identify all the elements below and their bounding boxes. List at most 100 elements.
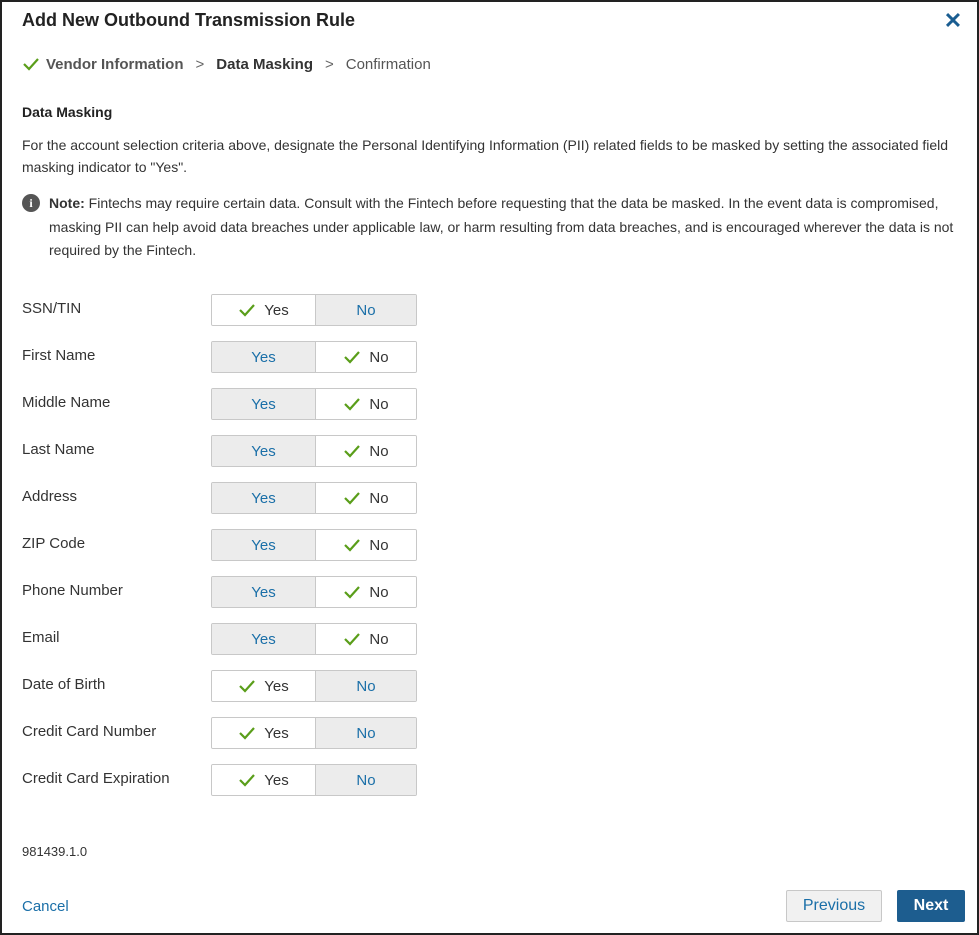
field-label: First Name bbox=[22, 347, 96, 364]
masking-row: Email Yes No bbox=[22, 623, 422, 655]
yes-no-toggle: Yes No bbox=[211, 717, 417, 749]
masking-row: Phone Number Yes No bbox=[22, 576, 422, 608]
cancel-button[interactable]: Cancel bbox=[22, 898, 69, 915]
toggle-no-option[interactable]: No bbox=[316, 295, 416, 325]
toggle-yes-option[interactable]: Yes bbox=[212, 577, 316, 607]
note-body: Fintechs may require certain data. Consu… bbox=[49, 195, 954, 258]
toggle-yes-label: Yes bbox=[251, 348, 276, 366]
toggle-yes-option[interactable]: Yes bbox=[212, 530, 316, 560]
previous-button[interactable]: Previous bbox=[786, 890, 882, 922]
step-data-masking: Data Masking bbox=[216, 56, 313, 73]
toggle-no-option[interactable]: No bbox=[316, 671, 416, 701]
toggle-yes-option[interactable]: Yes bbox=[212, 483, 316, 513]
toggle-yes-option[interactable]: Yes bbox=[212, 436, 316, 466]
step-label: Confirmation bbox=[345, 55, 431, 73]
toggle-no-label: No bbox=[369, 489, 389, 507]
toggle-yes-option[interactable]: Yes bbox=[212, 389, 316, 419]
yes-no-toggle: Yes No bbox=[211, 670, 417, 702]
toggle-no-label: No bbox=[356, 724, 376, 742]
checkmark-icon bbox=[239, 727, 256, 740]
masking-row: First Name Yes No bbox=[22, 341, 422, 373]
toggle-no-label: No bbox=[369, 583, 389, 601]
yes-no-toggle: Yes No bbox=[211, 623, 417, 655]
toggle-no-option[interactable]: No bbox=[316, 718, 416, 748]
toggle-no-label: No bbox=[369, 395, 389, 413]
masking-row: Date of Birth Yes No bbox=[22, 670, 422, 702]
toggle-no-option[interactable]: No bbox=[316, 765, 416, 795]
toggle-no-option[interactable]: No bbox=[316, 342, 416, 372]
checkmark-icon bbox=[344, 633, 361, 646]
checkmark-icon bbox=[344, 492, 361, 505]
note-block: i Note: Fintechs may require certain dat… bbox=[22, 192, 957, 263]
toggle-yes-label: Yes bbox=[251, 395, 276, 413]
field-label: ZIP Code bbox=[22, 535, 86, 552]
toggle-no-label: No bbox=[356, 301, 376, 319]
next-button[interactable]: Next bbox=[897, 890, 965, 922]
toggle-no-label: No bbox=[356, 771, 376, 789]
close-icon[interactable]: ✕ bbox=[943, 10, 963, 32]
toggle-yes-label: Yes bbox=[251, 442, 276, 460]
field-label: Middle Name bbox=[22, 394, 111, 411]
toggle-no-label: No bbox=[369, 630, 389, 648]
toggle-no-option[interactable]: No bbox=[316, 624, 416, 654]
yes-no-toggle: Yes No bbox=[211, 482, 417, 514]
checkmark-icon bbox=[344, 351, 361, 364]
section-description: For the account selection criteria above… bbox=[22, 137, 949, 175]
toggle-yes-option[interactable]: Yes bbox=[212, 295, 316, 325]
toggle-yes-label: Yes bbox=[251, 536, 276, 554]
yes-no-toggle: Yes No bbox=[211, 576, 417, 608]
field-label: SSN/TIN bbox=[22, 300, 82, 317]
toggle-yes-label: Yes bbox=[251, 630, 276, 648]
field-label: Phone Number bbox=[22, 582, 123, 599]
chevron-right-icon: > bbox=[195, 55, 205, 73]
checkmark-icon bbox=[344, 539, 361, 552]
toggle-yes-option[interactable]: Yes bbox=[212, 624, 316, 654]
toggle-no-label: No bbox=[369, 442, 389, 460]
field-label: Last Name bbox=[22, 441, 95, 458]
yes-no-toggle: Yes No bbox=[211, 435, 417, 467]
toggle-yes-option[interactable]: Yes bbox=[212, 671, 316, 701]
masking-row: SSN/TIN Yes No bbox=[22, 294, 422, 326]
toggle-no-option[interactable]: No bbox=[316, 577, 416, 607]
checkmark-icon bbox=[344, 398, 361, 411]
masking-row: Last Name Yes No bbox=[22, 435, 422, 467]
toggle-yes-label: Yes bbox=[251, 489, 276, 507]
toggle-no-option[interactable]: No bbox=[316, 530, 416, 560]
toggle-no-option[interactable]: No bbox=[316, 436, 416, 466]
toggle-no-option[interactable]: No bbox=[316, 389, 416, 419]
masking-row: Address Yes No bbox=[22, 482, 422, 514]
section-title: Data Masking bbox=[22, 104, 113, 120]
yes-no-toggle: Yes No bbox=[211, 388, 417, 420]
yes-no-toggle: Yes No bbox=[211, 764, 417, 796]
toggle-no-option[interactable]: No bbox=[316, 483, 416, 513]
masking-row: ZIP Code Yes No bbox=[22, 529, 422, 561]
dialog-title: Add New Outbound Transmission Rule bbox=[22, 10, 356, 30]
toggle-yes-option[interactable]: Yes bbox=[212, 765, 316, 795]
checkmark-icon bbox=[239, 680, 256, 693]
masking-row: Credit Card Expiration Yes No bbox=[22, 764, 422, 796]
step-confirmation: Confirmation bbox=[346, 56, 431, 73]
toggle-yes-label: Yes bbox=[264, 677, 289, 695]
masking-row: Credit Card Number Yes No bbox=[22, 717, 422, 749]
toggle-yes-label: Yes bbox=[264, 771, 289, 789]
toggle-no-label: No bbox=[356, 677, 376, 695]
add-rule-dialog: Add New Outbound Transmission Rule ✕ Ven… bbox=[0, 0, 979, 935]
masking-row: Middle Name Yes No bbox=[22, 388, 422, 420]
toggle-yes-option[interactable]: Yes bbox=[212, 718, 316, 748]
field-label: Address bbox=[22, 488, 78, 505]
version-text: 981439.1.0 bbox=[22, 844, 88, 859]
info-icon: i bbox=[22, 194, 40, 212]
note-label: Note: bbox=[49, 195, 85, 211]
toggle-yes-label: Yes bbox=[251, 583, 276, 601]
toggle-yes-label: Yes bbox=[264, 301, 289, 319]
step-label: Vendor Information bbox=[46, 55, 184, 73]
chevron-right-icon: > bbox=[324, 55, 334, 73]
step-vendor-information[interactable]: Vendor Information bbox=[22, 56, 184, 73]
field-label: Date of Birth bbox=[22, 676, 106, 693]
toggle-no-label: No bbox=[369, 348, 389, 366]
checkmark-icon bbox=[239, 304, 256, 317]
toggle-yes-option[interactable]: Yes bbox=[212, 342, 316, 372]
yes-no-toggle: Yes No bbox=[211, 294, 417, 326]
toggle-no-label: No bbox=[369, 536, 389, 554]
checkmark-icon bbox=[239, 774, 256, 787]
